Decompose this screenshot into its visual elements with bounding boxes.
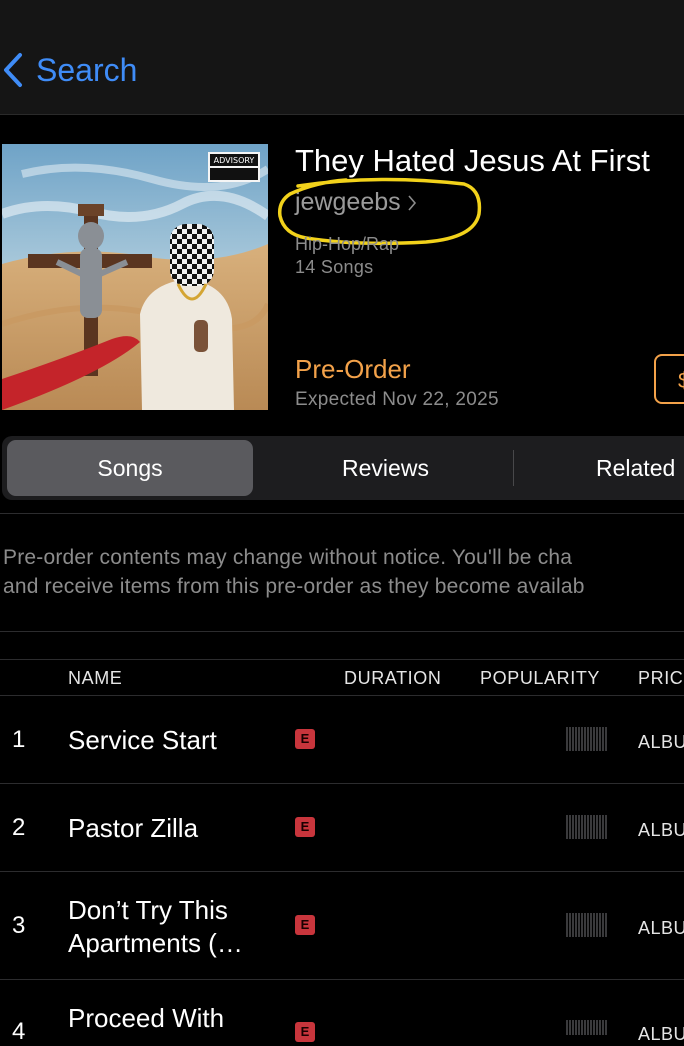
tab-songs[interactable]: Songs — [7, 436, 253, 500]
track-title: Don’t Try This Apartments (… — [68, 895, 243, 958]
price-button[interactable]: $ — [654, 354, 684, 404]
notice-line-1: Pre-order contents may change without no… — [3, 546, 573, 569]
album-title: They Hated Jesus At First — [295, 143, 650, 178]
back-button[interactable]: Search — [0, 48, 137, 92]
divider — [0, 979, 684, 980]
preorder-label: Pre-Order — [295, 354, 411, 384]
column-header-duration[interactable]: DURATION — [344, 668, 441, 689]
track-number: 4 — [12, 1018, 26, 1045]
artist-link[interactable]: jewgeebs — [295, 188, 417, 217]
column-header-name[interactable]: NAME — [68, 668, 122, 689]
popularity-bar — [566, 815, 608, 839]
notice-line-2: and receive items from this pre-order as… — [3, 575, 585, 598]
segment-divider — [513, 450, 514, 486]
track-number: 3 — [12, 912, 26, 939]
popularity-bar — [566, 1020, 608, 1035]
chevron-left-icon — [4, 53, 22, 87]
genre-label: Hip-Hop/Rap — [295, 234, 400, 254]
explicit-badge: E — [295, 915, 315, 935]
song-count: 14 Songs — [295, 257, 374, 277]
popularity-bar — [566, 913, 608, 937]
divider — [0, 871, 684, 872]
back-label: Search — [36, 51, 138, 88]
track-title: Proceed With — [68, 1003, 225, 1033]
advisory-label: ADVISORY — [214, 156, 255, 165]
divider — [0, 783, 684, 784]
tab-reviews[interactable]: Reviews — [258, 436, 513, 500]
track-price[interactable]: ALBU — [638, 820, 684, 841]
popularity-bar — [566, 727, 608, 751]
tab-related[interactable]: Related — [596, 436, 675, 500]
navigation-bar: Search — [0, 0, 684, 115]
preorder-notice: Pre-order contents may change without no… — [3, 543, 684, 601]
divider — [0, 695, 684, 696]
expected-date: Expected Nov 22, 2025 — [295, 389, 499, 410]
segmented-control: Songs Reviews Related — [2, 436, 684, 500]
divider — [0, 631, 684, 632]
explicit-badge: E — [295, 817, 315, 837]
artist-name: jewgeebs — [295, 188, 401, 216]
explicit-badge: E — [295, 729, 315, 749]
track-number: 1 — [12, 726, 26, 753]
divider — [0, 659, 684, 660]
explicit-badge: E — [295, 1022, 315, 1042]
track-title: Pastor Zilla — [68, 813, 199, 843]
track-number: 2 — [12, 814, 26, 841]
divider — [0, 513, 684, 514]
chevron-right-icon — [408, 194, 416, 211]
track-price[interactable]: ALBU — [638, 732, 684, 753]
track-title: Service Start — [68, 725, 217, 755]
column-header-popularity[interactable]: POPULARITY — [480, 668, 600, 689]
track-price[interactable]: ALBU — [638, 918, 684, 939]
album-artwork[interactable]: ADVISORY — [2, 144, 268, 410]
column-header-price[interactable]: PRIC — [638, 668, 683, 689]
